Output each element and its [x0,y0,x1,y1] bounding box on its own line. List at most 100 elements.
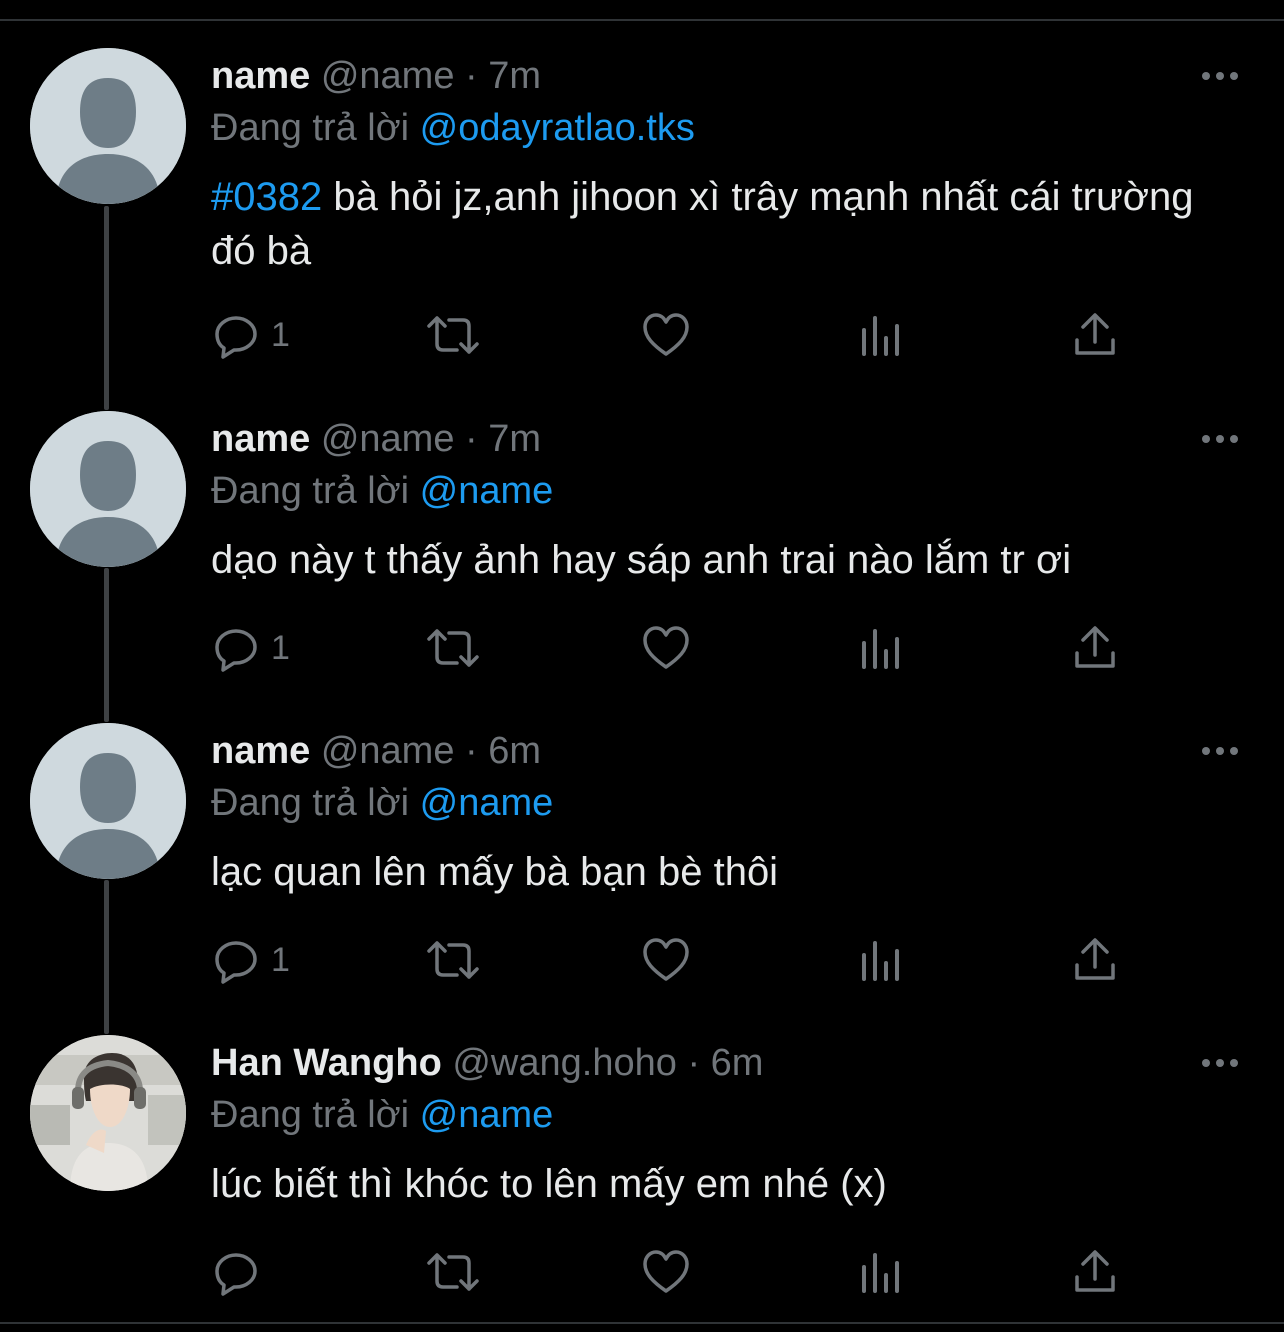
hashtag-link[interactable]: #0382 [211,175,322,219]
avatar[interactable] [30,48,186,204]
reply-button[interactable] [211,1247,271,1297]
retweet-button[interactable] [425,935,481,985]
replying-mention[interactable]: @name [420,782,554,824]
reply-count: 1 [271,628,290,667]
separator-dot: · [687,1042,701,1084]
tweet[interactable]: name @name · 7m Đang trả lời @name dạo n… [0,411,1284,701]
reply-button[interactable]: 1 [211,623,290,673]
reply-icon [215,316,257,359]
tweet-text: #0382 bà hỏi jz,anh jihoon xì trây mạnh … [211,170,1211,278]
avatar[interactable] [30,1035,186,1191]
more-options-icon [1202,1059,1238,1067]
tweet-text: lạc quan lên mấy bà bạn bè thôi [211,850,779,894]
analytics-icon [862,629,899,669]
replying-to: Đang trả lời @name [211,1093,553,1137]
top-divider [0,19,1284,21]
action-bar [211,1247,1211,1297]
default-avatar-icon [30,723,186,879]
like-button[interactable] [641,623,691,673]
more-options-button[interactable] [1200,427,1240,451]
retweet-button[interactable] [425,1247,481,1297]
separator-dot: · [465,730,478,772]
action-bar: 1 [211,310,1211,360]
timestamp[interactable]: 7m [488,55,541,97]
more-options-button[interactable] [1200,64,1240,88]
retweet-icon [427,316,479,354]
tweet-header: name @name · 7m [211,54,541,98]
default-avatar-icon [30,48,186,204]
tweet-text: dạo này t thấy ảnh hay sáp anh trai nào … [211,538,1072,582]
tweet-header: name @name · 6m [211,729,541,773]
share-button[interactable] [1071,310,1119,360]
views-button[interactable] [859,310,903,360]
like-button[interactable] [641,935,691,985]
share-button[interactable] [1071,623,1119,673]
views-button[interactable] [859,623,903,673]
more-options-button[interactable] [1200,739,1240,763]
timestamp[interactable]: 6m [711,1042,764,1084]
like-button[interactable] [641,1247,691,1297]
replying-mention[interactable]: @odayratlao.tks [420,107,695,149]
share-button[interactable] [1071,1247,1119,1297]
reply-count: 1 [271,940,290,979]
more-options-button[interactable] [1200,1051,1240,1075]
views-button[interactable] [859,1247,903,1297]
tweet-header: name @name · 7m [211,417,541,461]
replying-to: Đang trả lời @name [211,781,553,825]
heart-icon [643,938,689,981]
timestamp[interactable]: 7m [488,418,541,460]
avatar[interactable] [30,411,186,567]
reply-icon [215,941,257,984]
views-button[interactable] [859,935,903,985]
replying-to: Đang trả lời @name [211,469,553,513]
handle[interactable]: @wang.hoho [452,1042,677,1084]
separator-dot: · [465,55,478,97]
tweet[interactable]: name @name · 6m Đang trả lời @name lạc q… [0,723,1284,1013]
analytics-icon [862,941,899,981]
display-name[interactable]: name [211,55,310,97]
retweet-button[interactable] [425,623,481,673]
action-bar: 1 [211,623,1211,673]
more-options-icon [1202,747,1238,755]
timestamp[interactable]: 6m [488,730,541,772]
retweet-button[interactable] [425,310,481,360]
share-icon [1075,626,1115,668]
reply-icon [215,1253,257,1296]
action-bar: 1 [211,935,1211,985]
reply-button[interactable]: 1 [211,935,290,985]
replying-mention[interactable]: @name [420,1094,554,1136]
separator-dot: · [465,418,478,460]
retweet-icon [427,1253,479,1291]
analytics-icon [862,1253,899,1293]
avatar[interactable] [30,723,186,879]
share-icon [1075,938,1115,980]
like-button[interactable] [641,310,691,360]
reply-count: 1 [271,315,290,354]
reply-button[interactable]: 1 [211,310,290,360]
share-icon [1075,1250,1115,1292]
replying-mention[interactable]: @name [420,470,554,512]
retweet-icon [427,629,479,667]
bottom-divider [0,1322,1284,1324]
replying-prefix: Đang trả lời [211,470,410,512]
display-name[interactable]: Han Wangho [211,1042,442,1084]
default-avatar-icon [30,411,186,567]
share-icon [1075,313,1115,355]
share-button[interactable] [1071,935,1119,985]
replying-to: Đang trả lời @odayratlao.tks [211,106,695,150]
tweet-body: bà hỏi jz,anh jihoon xì trây mạnh nhất c… [211,175,1194,273]
display-name[interactable]: name [211,730,310,772]
tweet[interactable]: Han Wangho @wang.hoho · 6m Đang trả lời … [0,1035,1284,1315]
replying-prefix: Đang trả lời [211,782,410,824]
analytics-icon [862,316,899,356]
tweet[interactable]: name @name · 7m Đang trả lời @odayratlao… [0,48,1284,378]
reply-icon [215,629,257,672]
more-options-icon [1202,435,1238,443]
handle[interactable]: @name [321,730,455,772]
display-name[interactable]: name [211,418,310,460]
user-photo-avatar [30,1035,186,1191]
handle[interactable]: @name [321,55,455,97]
handle[interactable]: @name [321,418,455,460]
replying-prefix: Đang trả lời [211,1094,410,1136]
retweet-icon [427,941,479,979]
